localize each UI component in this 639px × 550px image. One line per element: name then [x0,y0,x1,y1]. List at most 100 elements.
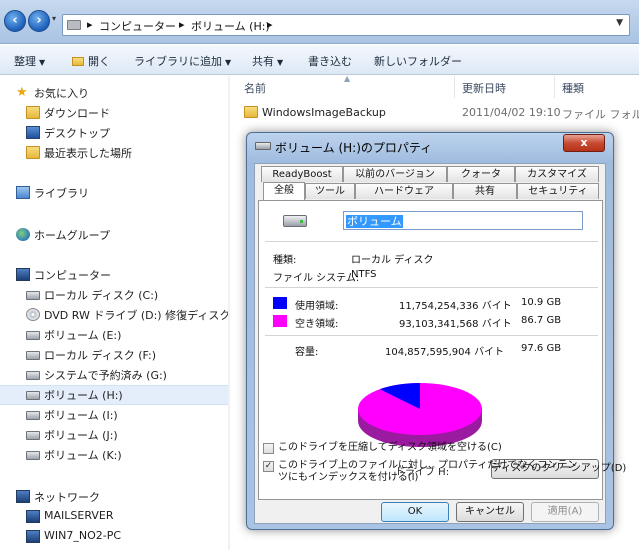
folder-icon [72,57,84,66]
breadcrumb-computer[interactable]: コンピューター [99,18,176,34]
burn-label: 書き込む [308,55,352,68]
chevron-down-icon: ▼ [225,58,232,67]
nav-label: ボリューム (J:) [44,429,118,442]
column-header-type[interactable]: 種類 [562,80,584,96]
nav-label: MAILSERVER [44,509,114,522]
nav-label: 最近表示した場所 [44,147,132,160]
free-space-gb: 86.7 GB [521,315,562,326]
drive-icon [26,291,40,300]
capacity-bytes: 104,857,595,904 バイト [385,347,505,358]
index-checkbox[interactable]: ✓ [263,461,274,472]
nav-label: システムで予約済み (G:) [44,369,167,382]
breadcrumb-volume-h[interactable]: ボリューム (H:) [191,18,270,34]
back-button[interactable]: ‹ [4,10,26,32]
nav-label: ネットワーク [34,491,100,504]
file-name: WindowsImageBackup [262,106,386,119]
address-dropdown-icon[interactable]: ▼ [616,18,623,28]
drive-icon [26,351,40,360]
tab-sharing[interactable]: 共有 [453,183,517,199]
tab-security[interactable]: セキュリティ [517,183,599,199]
organize-label: 整理 [14,55,36,68]
file-row[interactable]: WindowsImageBackup 2011/04/02 19:10 ファイル… [240,103,639,123]
nav-label: ライブラリ [34,187,89,200]
divider [265,335,598,336]
nav-label: ボリューム (K:) [44,449,122,462]
network-icon [16,490,30,503]
capacity-label: 容量: [295,347,319,358]
drive-icon [26,451,40,460]
computer-icon [26,530,40,543]
share-button[interactable]: 共有 ▼ [252,53,283,69]
burn-button[interactable]: 書き込む [308,53,352,69]
free-space-swatch [273,315,287,327]
share-label: 共有 [252,55,274,68]
breadcrumb-separator[interactable]: ▸ [179,18,185,31]
tab-quota[interactable]: クォータ [447,166,515,182]
forward-button[interactable]: › [28,10,50,32]
properties-dialog: ボリューム (H:)のプロパティ x ReadyBoost 以前のバージョン ク… [246,132,626,530]
nav-label: DVD RW ドライブ (D:) 修復ディスク W [44,309,245,322]
breadcrumb-separator[interactable]: ▸ [267,18,273,31]
volume-name-text: ボリューム [346,215,403,228]
used-space-bytes: 11,754,254,336 バイト [399,301,512,312]
nav-label: ダウンロード [44,107,110,120]
ok-button[interactable]: OK [381,502,449,522]
address-bar[interactable]: ▸ コンピューター ▸ ボリューム (H:) ▸ ▼ [62,14,630,36]
volume-name-input[interactable]: ボリューム [343,211,583,230]
free-space-bytes: 93,103,341,568 バイト [399,319,512,330]
type-label: 種類: [273,255,297,266]
tab-hardware[interactable]: ハードウェア [355,183,453,199]
command-bar: 整理 ▼ 開く ライブラリに追加 ▼ 共有 ▼ 書き込む 新しいフォルダー [0,45,639,75]
open-button[interactable]: 開く [72,53,110,69]
column-divider[interactable] [454,76,455,98]
tab-readyboost[interactable]: ReadyBoost [261,166,343,182]
new-folder-label: 新しいフォルダー [374,55,462,68]
used-space-swatch [273,297,287,309]
drive-icon [26,391,40,400]
cancel-button[interactable]: キャンセル [456,502,524,522]
computer-icon [16,268,30,281]
general-tab-panel: ボリューム 種類: ローカル ディスク ファイル システム: NTFS 使用領域… [258,200,626,500]
filesystem-value: NTFS [351,269,377,280]
computer-icon [26,510,40,523]
dialog-body: ReadyBoost 以前のバージョン クォータ カスタマイズ 全般 ツール ハ… [254,163,626,524]
file-type: ファイル フォル [562,108,639,121]
close-button[interactable]: x [563,134,605,152]
apply-button[interactable]: 適用(A) [531,502,599,522]
tab-customize[interactable]: カスタマイズ [515,166,599,182]
file-date: 2011/04/02 19:10 [462,106,561,119]
organize-button[interactable]: 整理 ▼ [14,53,45,69]
compress-checkbox[interactable] [263,443,274,454]
column-header-date[interactable]: 更新日時 [462,80,506,96]
column-divider[interactable] [554,76,555,98]
add-to-library-button[interactable]: ライブラリに追加 ▼ [134,53,231,69]
open-label: 開く [88,55,110,68]
nav-label: WIN7_NO2-PC [44,529,122,542]
nav-label: ローカル ディスク (C:) [44,289,159,302]
drive-icon [283,215,307,227]
free-space-label: 空き領域: [295,319,339,330]
recent-pages-dropdown-icon[interactable]: ▾ [52,14,56,23]
drive-icon [67,20,81,30]
tab-previous-versions[interactable]: 以前のバージョン [343,166,447,182]
tab-general[interactable]: 全般 [263,182,305,200]
nav-label: ボリューム (H:) [44,389,123,402]
chevron-down-icon: ▼ [277,58,284,67]
star-icon: ★ [16,85,28,100]
compress-label: このドライブを圧縮してディスク領域を空ける(C) [278,442,502,453]
drive-icon [26,411,40,420]
new-folder-button[interactable]: 新しいフォルダー [374,53,462,69]
drive-icon [26,331,40,340]
drive-icon [26,431,40,440]
nav-label: ローカル ディスク (F:) [44,349,156,362]
column-header-name[interactable]: 名前 [244,80,266,96]
breadcrumb-separator[interactable]: ▸ [87,18,93,31]
dvd-icon [26,308,40,321]
sort-arrow-icon: ▲ [344,74,351,83]
tab-tools[interactable]: ツール [305,183,355,199]
used-space-gb: 10.9 GB [521,297,562,308]
desktop-icon [26,126,40,139]
divider [265,287,598,288]
downloads-folder-icon [26,106,40,119]
homegroup-icon [16,228,30,241]
